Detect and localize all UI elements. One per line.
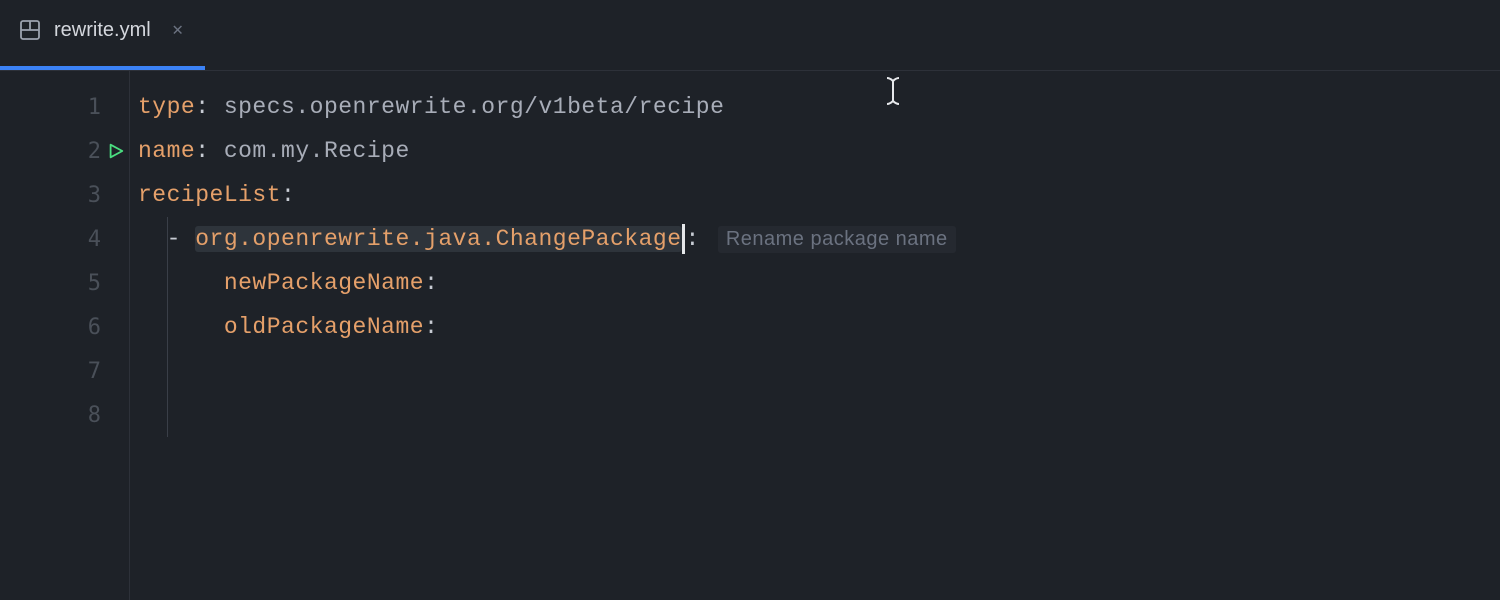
- close-icon[interactable]: ✕: [169, 21, 187, 39]
- editor-area: 1 2 3 4 5 6 7 8 type: specs.openrewrite.…: [0, 71, 1500, 600]
- code-line-6[interactable]: oldPackageName:: [138, 305, 1500, 349]
- yaml-key: oldPackageName: [224, 314, 424, 340]
- code-line-4[interactable]: - org.openrewrite.java.ChangePackage: Ren…: [138, 217, 1500, 261]
- tab-label: rewrite.yml: [54, 19, 151, 42]
- line-number: 6: [88, 315, 101, 340]
- line-number: 1: [88, 95, 101, 120]
- gutter-row[interactable]: 8: [0, 393, 129, 437]
- code-line-1[interactable]: type: specs.openrewrite.org/v1beta/recip…: [138, 85, 1500, 129]
- line-number: 7: [88, 359, 101, 384]
- yaml-colon: :: [686, 226, 700, 252]
- gutter-row[interactable]: 6: [0, 305, 129, 349]
- gutter-row[interactable]: 4: [0, 217, 129, 261]
- line-number: 3: [88, 183, 101, 208]
- yaml-colon: :: [281, 182, 295, 208]
- code-area[interactable]: type: specs.openrewrite.org/v1beta/recip…: [130, 71, 1500, 600]
- code-line-2[interactable]: name: com.my.Recipe: [138, 129, 1500, 173]
- yaml-value: com.my.Recipe: [224, 138, 410, 164]
- yaml-file-icon: [18, 18, 42, 42]
- yaml-colon: :: [424, 270, 438, 296]
- indent: [138, 226, 167, 252]
- indent: [138, 314, 224, 340]
- code-line-5[interactable]: newPackageName:: [138, 261, 1500, 305]
- line-number: 2: [88, 139, 101, 164]
- text-cursor: [682, 224, 685, 254]
- indent: [138, 270, 224, 296]
- line-number: 5: [88, 271, 101, 296]
- yaml-key: recipeList: [138, 182, 281, 208]
- yaml-key-highlighted: org.openrewrite.java.ChangePackage: [195, 226, 681, 252]
- indent-guide: [167, 217, 168, 437]
- yaml-key: type: [138, 94, 195, 120]
- inlay-hint: Rename package name: [718, 226, 956, 253]
- gutter-row[interactable]: 7: [0, 349, 129, 393]
- tab-rewrite-yml[interactable]: rewrite.yml ✕: [0, 0, 205, 60]
- code-line-7[interactable]: [138, 349, 1500, 393]
- gutter-row[interactable]: 1: [0, 85, 129, 129]
- gutter-row[interactable]: 5: [0, 261, 129, 305]
- code-line-8[interactable]: [138, 393, 1500, 437]
- gutter-row[interactable]: 2: [0, 129, 129, 173]
- yaml-dash: -: [167, 226, 196, 252]
- code-line-3[interactable]: recipeList:: [138, 173, 1500, 217]
- yaml-colon: :: [195, 138, 224, 164]
- line-number: 8: [88, 403, 101, 428]
- gutter-row[interactable]: 3: [0, 173, 129, 217]
- run-icon[interactable]: [105, 140, 127, 162]
- yaml-colon: :: [195, 94, 224, 120]
- yaml-value: specs.openrewrite.org/v1beta/recipe: [224, 94, 725, 120]
- yaml-key: newPackageName: [224, 270, 424, 296]
- yaml-key: name: [138, 138, 195, 164]
- line-number: 4: [88, 227, 101, 252]
- yaml-colon: :: [424, 314, 438, 340]
- tab-bar: rewrite.yml ✕: [0, 0, 1500, 60]
- gutter: 1 2 3 4 5 6 7 8: [0, 71, 130, 600]
